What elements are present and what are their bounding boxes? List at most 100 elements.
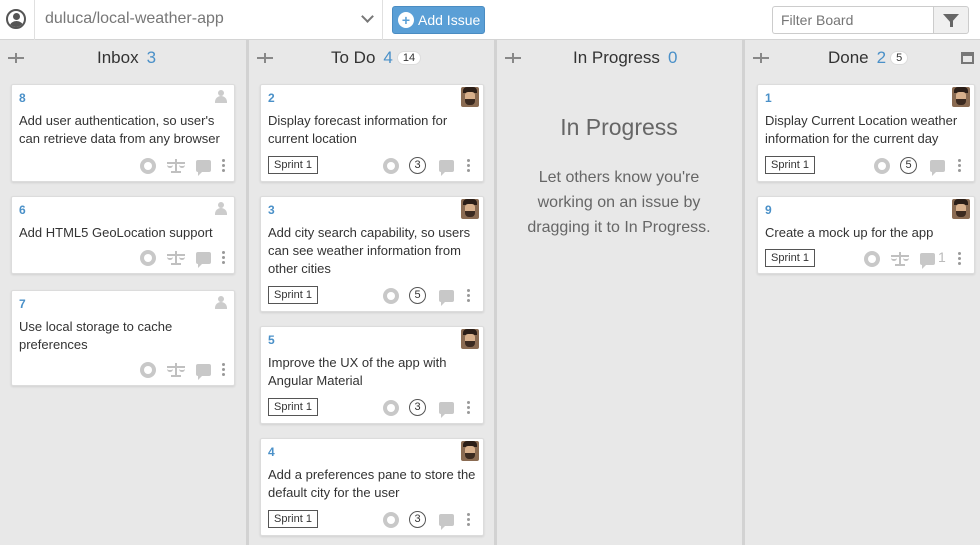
more-options-icon[interactable] <box>467 401 470 414</box>
github-icon[interactable] <box>874 158 890 174</box>
more-options-icon[interactable] <box>222 363 225 376</box>
milestone-label[interactable]: Sprint 1 <box>268 286 318 304</box>
issue-card[interactable]: 2 Display forecast information for curre… <box>260 84 484 182</box>
estimate-badge[interactable]: 3 <box>409 399 426 416</box>
column-todo: To Do 4 14 2 Display forecast information … <box>249 40 494 545</box>
milestone-label[interactable]: Sprint 1 <box>268 398 318 416</box>
more-options-icon[interactable] <box>222 159 225 172</box>
column-count: 4 <box>383 48 393 67</box>
add-issue-button[interactable]: + Add Issue <box>392 6 485 34</box>
issue-number[interactable]: 2 <box>268 91 275 105</box>
issue-title[interactable]: Create a mock up for the app <box>765 224 971 242</box>
assignee-avatar[interactable] <box>461 199 479 219</box>
repo-selector[interactable]: duluca/local-weather-app <box>34 0 383 40</box>
column-title: In Progress 0 <box>573 48 678 67</box>
filter-button[interactable] <box>933 6 969 34</box>
top-toolbar: duluca/local-weather-app + Add Issue <box>0 0 980 40</box>
comment-icon[interactable] <box>439 402 454 418</box>
milestone-label[interactable]: Sprint 1 <box>765 249 815 267</box>
more-options-icon[interactable] <box>467 159 470 172</box>
issue-card[interactable]: 6 Add HTML5 GeoLocation support <box>11 196 235 274</box>
assignee-avatar[interactable] <box>461 441 479 461</box>
comment-icon[interactable] <box>439 514 454 530</box>
issue-number[interactable]: 9 <box>765 203 772 217</box>
comment-icon[interactable] <box>920 253 935 269</box>
issue-number[interactable]: 6 <box>19 203 26 217</box>
milestone-label[interactable]: Sprint 1 <box>268 156 318 174</box>
issue-number[interactable]: 3 <box>268 203 275 217</box>
collapse-column-icon[interactable] <box>505 53 521 63</box>
comment-icon[interactable] <box>439 290 454 306</box>
github-icon[interactable] <box>140 362 156 378</box>
issue-title[interactable]: Use local storage to cache preferences <box>19 318 229 354</box>
empty-column-placeholder: In Progress Let others know you're worki… <box>497 84 741 240</box>
issue-card[interactable]: 3 Add city search capability, so users c… <box>260 196 484 312</box>
github-icon[interactable] <box>140 158 156 174</box>
issue-card[interactable]: 7 Use local storage to cache preferences <box>11 290 235 386</box>
scale-icon[interactable] <box>167 363 185 377</box>
issue-title[interactable]: Add city search capability, so users can… <box>268 224 478 278</box>
milestone-label[interactable]: Sprint 1 <box>765 156 815 174</box>
github-icon[interactable] <box>383 288 399 304</box>
comment-icon[interactable] <box>196 160 211 176</box>
collapse-column-icon[interactable] <box>753 53 769 63</box>
column-header: To Do 4 14 <box>249 40 494 76</box>
user-account-icon[interactable] <box>6 9 26 29</box>
estimate-badge[interactable]: 3 <box>409 157 426 174</box>
comment-icon[interactable] <box>439 160 454 176</box>
assignee-placeholder-icon[interactable] <box>215 202 227 215</box>
github-icon[interactable] <box>383 158 399 174</box>
comment-icon[interactable] <box>196 364 211 380</box>
estimate-badge[interactable]: 5 <box>900 157 917 174</box>
issue-number[interactable]: 5 <box>268 333 275 347</box>
issue-title[interactable]: Add a preferences pane to store the defa… <box>268 466 478 502</box>
issue-number[interactable]: 1 <box>765 91 772 105</box>
more-options-icon[interactable] <box>958 159 961 172</box>
github-icon[interactable] <box>864 251 880 267</box>
column-title: Inbox 3 <box>97 48 157 67</box>
collapse-column-icon[interactable] <box>257 53 273 63</box>
issue-title[interactable]: Add user authentication, so user's can r… <box>19 112 229 148</box>
assignee-avatar[interactable] <box>461 329 479 349</box>
repo-name: duluca/local-weather-app <box>45 10 224 27</box>
issue-card[interactable]: 4 Add a preferences pane to store the de… <box>260 438 484 536</box>
more-options-icon[interactable] <box>467 289 470 302</box>
filter-board-input[interactable] <box>772 6 933 34</box>
github-icon[interactable] <box>383 512 399 528</box>
column-header: Done 2 5 <box>745 40 980 76</box>
estimate-badge[interactable]: 5 <box>409 287 426 304</box>
issue-number[interactable]: 4 <box>268 445 275 459</box>
issue-card[interactable]: 9 Create a mock up for the app Sprint 1 … <box>757 196 975 274</box>
comment-icon[interactable] <box>930 160 945 176</box>
issue-card[interactable]: 8 Add user authentication, so user's can… <box>11 84 235 182</box>
issue-title[interactable]: Display Current Location weather informa… <box>765 112 971 148</box>
issue-title[interactable]: Improve the UX of the app with Angular M… <box>268 354 478 390</box>
assignee-avatar[interactable] <box>461 87 479 107</box>
issue-card[interactable]: 5 Improve the UX of the app with Angular… <box>260 326 484 424</box>
github-icon[interactable] <box>140 250 156 266</box>
scale-icon[interactable] <box>167 159 185 173</box>
estimate-badge[interactable]: 3 <box>409 511 426 528</box>
scale-icon[interactable] <box>891 252 909 266</box>
milestone-label[interactable]: Sprint 1 <box>268 510 318 528</box>
comment-icon[interactable] <box>196 252 211 268</box>
issue-number[interactable]: 8 <box>19 91 26 105</box>
column-title: To Do 4 14 <box>331 48 422 68</box>
scale-icon[interactable] <box>167 251 185 265</box>
column-in-progress: In Progress 0 In Progress Let others know… <box>497 40 742 545</box>
more-options-icon[interactable] <box>958 252 961 265</box>
issue-title[interactable]: Display forecast information for current… <box>268 112 478 148</box>
more-options-icon[interactable] <box>467 513 470 526</box>
column-done: Done 2 5 1 Display Current Location weathe… <box>745 40 980 545</box>
assignee-placeholder-icon[interactable] <box>215 90 227 103</box>
issue-card[interactable]: 1 Display Current Location weather infor… <box>757 84 975 182</box>
collapse-column-icon[interactable] <box>8 53 24 63</box>
github-icon[interactable] <box>383 400 399 416</box>
assignee-avatar[interactable] <box>952 87 970 107</box>
issue-number[interactable]: 7 <box>19 297 26 311</box>
archive-icon[interactable] <box>961 52 974 64</box>
issue-title[interactable]: Add HTML5 GeoLocation support <box>19 224 229 242</box>
assignee-avatar[interactable] <box>952 199 970 219</box>
more-options-icon[interactable] <box>222 251 225 264</box>
assignee-placeholder-icon[interactable] <box>215 296 227 309</box>
